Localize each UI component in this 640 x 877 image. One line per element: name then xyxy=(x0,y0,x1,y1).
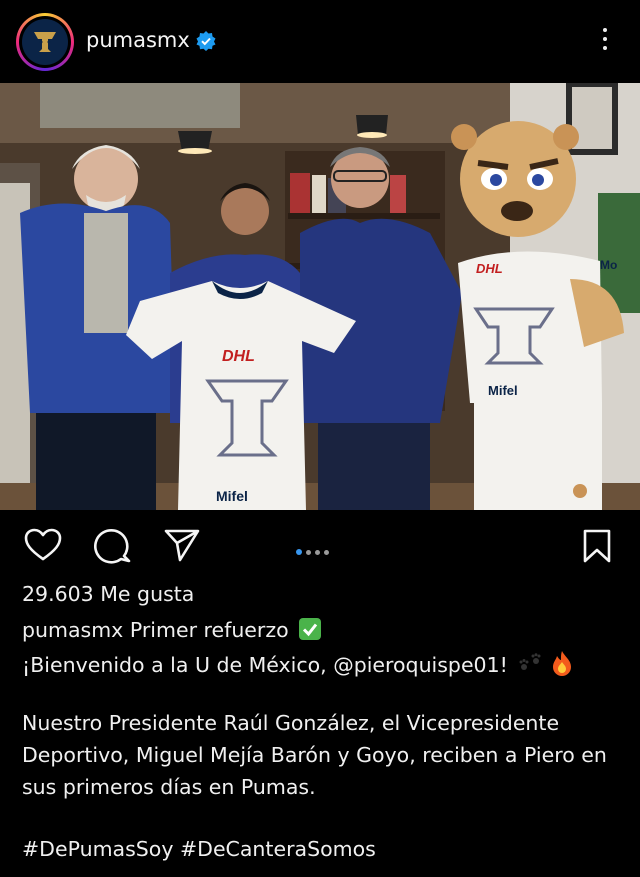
username[interactable]: pumasmx xyxy=(86,28,190,52)
caption-body-line-3: sus primeros días en Pumas. xyxy=(22,775,316,799)
svg-text:DHL: DHL xyxy=(476,261,503,276)
caption-second-line: ¡Bienvenido a la U de México, @pieroquis… xyxy=(22,650,573,677)
bookmark-icon[interactable] xyxy=(582,528,612,564)
pumas-logo-icon xyxy=(34,32,56,52)
caption-body-line-2: Deportivo, Miguel Mejía Barón y Goyo, re… xyxy=(22,743,607,767)
caption-first-line: pumasmx Primer refuerzo xyxy=(22,618,322,642)
carousel-dot xyxy=(315,550,320,555)
caption-hashtags[interactable]: #DePumasSoy #DeCanteraSomos xyxy=(22,837,376,861)
check-mark-emoji-icon xyxy=(299,618,322,640)
paw-prints-emoji-icon xyxy=(519,653,541,670)
carousel-dot-active xyxy=(296,549,302,555)
post-image[interactable]: DHL Mifel DHL Mo Mifel xyxy=(0,83,640,510)
svg-text:Mifel: Mifel xyxy=(216,488,248,504)
carousel-indicator xyxy=(296,540,333,559)
avatar xyxy=(22,19,68,65)
comment-icon[interactable] xyxy=(94,528,132,564)
post-header: pumasmx xyxy=(0,0,640,83)
send-icon[interactable] xyxy=(164,528,200,562)
caption-text: Primer refuerzo xyxy=(129,618,289,642)
post-actions xyxy=(0,510,640,578)
likes-count[interactable]: 29.603 Me gusta xyxy=(22,582,194,606)
svg-text:Mifel: Mifel xyxy=(488,383,518,398)
verified-badge-icon xyxy=(196,31,216,51)
caption-username[interactable]: pumasmx xyxy=(22,618,123,642)
more-options-icon[interactable] xyxy=(596,28,614,56)
post-photo-illustration: DHL Mifel DHL Mo Mifel xyxy=(0,83,640,510)
carousel-dot xyxy=(324,550,329,555)
caption-body-line-1: Nuestro Presidente Raúl González, el Vic… xyxy=(22,711,560,735)
fire-emoji-icon xyxy=(552,651,571,676)
heart-icon[interactable] xyxy=(24,528,62,562)
caption-welcome: ¡Bienvenido a la U de México, @pieroquis… xyxy=(22,653,508,677)
carousel-dot xyxy=(306,550,311,555)
profile-avatar-ring[interactable] xyxy=(16,13,74,71)
svg-text:DHL: DHL xyxy=(222,348,255,365)
svg-text:Mo: Mo xyxy=(600,258,617,272)
